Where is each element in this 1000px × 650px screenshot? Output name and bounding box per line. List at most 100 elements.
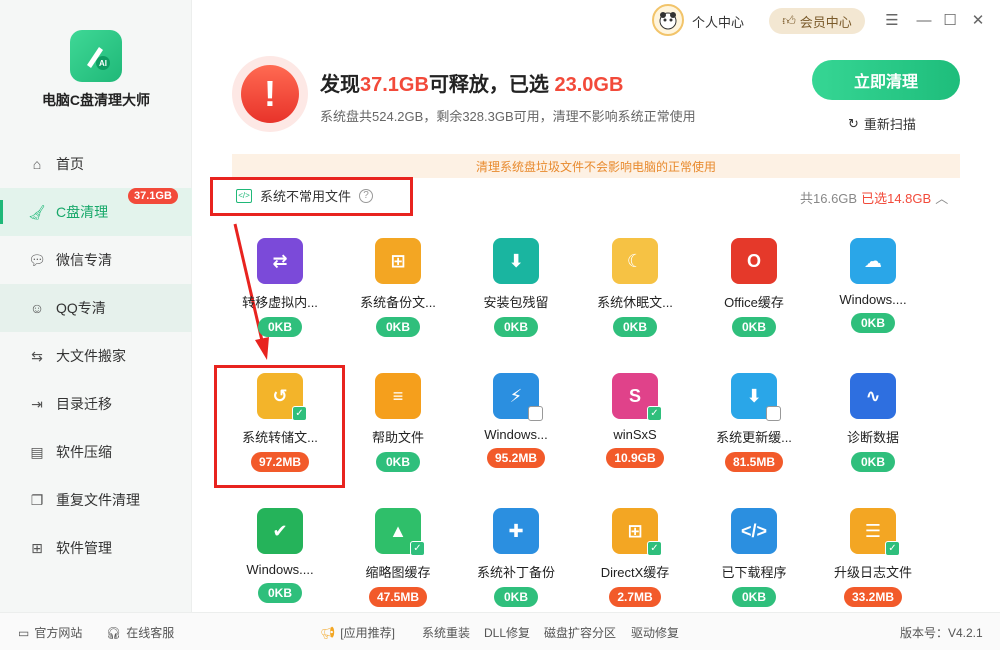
file-category-icon: ∿ <box>850 373 896 419</box>
sidebar-item-label: 软件管理 <box>56 540 112 556</box>
file-category-tile[interactable]: ⊞ 系统备份文... 0KB <box>343 238 453 348</box>
file-category-icon: ⇄ <box>257 238 303 284</box>
broom-icon: 🧹︎ <box>28 203 46 220</box>
file-size-badge: 0KB <box>376 317 420 337</box>
sidebar-item[interactable]: ☺ QQ专清 <box>0 284 192 332</box>
app-logo: AI <box>70 30 122 82</box>
file-category-label: DirectX缓存 <box>600 565 670 580</box>
sidebar-item[interactable]: ⇆ 大文件搬家 <box>0 332 192 380</box>
select-checkbox[interactable] <box>528 406 543 421</box>
select-checkbox[interactable] <box>766 406 781 421</box>
info-banner: 清理系统盘垃圾文件不会影响电脑的正常使用 <box>232 154 960 178</box>
select-checkbox[interactable]: ✓ <box>410 541 425 556</box>
file-category-label: Windows.... <box>839 292 907 307</box>
file-category-tile[interactable]: ☁ Windows.... 0KB <box>818 238 928 348</box>
close-icon[interactable]: ✕ <box>968 10 988 30</box>
file-category-tile[interactable]: </> 已下载程序 0KB <box>699 508 809 618</box>
size-badge: 37.1GB <box>128 188 178 204</box>
folder-migrate-icon: ⇥ <box>31 395 43 412</box>
chevron-up-icon[interactable]: ︿ <box>935 188 948 207</box>
online-service-link[interactable]: 🎧︎ 在线客服 <box>106 624 174 641</box>
file-category-icon: ▲ ✓ <box>375 508 425 556</box>
file-category-label: Windows... <box>484 427 548 442</box>
file-size-badge: 0KB <box>851 313 895 333</box>
file-category-tile[interactable]: ☰ ✓ 升级日志文件 33.2MB <box>818 508 928 618</box>
compress-icon: ▤ <box>30 443 44 460</box>
footer-link[interactable]: 驱动修复 <box>631 624 679 641</box>
file-category-label: 升级日志文件 <box>833 565 912 580</box>
category-highlight-box <box>210 177 413 216</box>
file-category-icon: ⊞ <box>375 238 421 284</box>
selected-size: 23.0GB <box>554 74 624 96</box>
file-category-icon: ✚ <box>493 508 539 554</box>
file-size-badge: 0KB <box>258 583 302 603</box>
menu-icon[interactable]: ☰ <box>882 10 902 30</box>
file-category-icon: S ✓ <box>612 373 662 421</box>
file-category-tile[interactable]: ✔ Windows.... 0KB <box>225 508 335 618</box>
file-category-tile[interactable]: ∿ 诊断数据 0KB <box>818 373 928 483</box>
file-size-badge: 0KB <box>494 317 538 337</box>
file-category-tile[interactable]: ▲ ✓ 缩略图缓存 47.5MB <box>343 508 453 618</box>
file-size-badge: 0KB <box>376 452 420 472</box>
minimize-icon[interactable]: — <box>914 10 934 30</box>
file-category-tile[interactable]: ☾ 系统休眠文... 0KB <box>580 238 690 348</box>
sidebar-item[interactable]: ❐ 重复文件清理 <box>0 476 192 524</box>
file-category-tile[interactable]: ⊞ ✓ DirectX缓存 2.7MB <box>580 508 690 618</box>
sidebar-item[interactable]: 🧹︎ C盘清理 37.1GB <box>0 188 192 236</box>
footer-link[interactable]: DLL修复 <box>484 624 530 641</box>
file-category-icon: O <box>731 238 777 284</box>
vip-center-button[interactable]: 👍︎ 会员中心 <box>769 8 865 34</box>
file-category-tile[interactable]: O Office缓存 0KB <box>699 238 809 348</box>
move-file-icon: ⇆ <box>31 347 43 364</box>
sidebar-item[interactable]: ⌂ 首页 <box>0 140 192 188</box>
sidebar-item[interactable]: ▤ 软件压缩 <box>0 428 192 476</box>
rescan-label: 重新扫描 <box>863 117 916 132</box>
personal-center-link[interactable]: 个人中心 <box>692 12 744 31</box>
sidebar-item[interactable]: ⇥ 目录迁移 <box>0 380 192 428</box>
thumb-up-icon: 👍︎ <box>782 13 796 28</box>
file-category-tile[interactable]: ⚡ Windows... 95.2MB <box>461 373 571 483</box>
file-size-badge: 0KB <box>851 452 895 472</box>
footer: ▭ 官方网站 🎧︎ 在线客服 📢︎ [应用推荐] 系统重装 DLL修复 磁盘扩容分区 … <box>0 612 1000 650</box>
file-category-tile[interactable]: S ✓ winSxS 10.9GB <box>580 373 690 483</box>
select-checkbox[interactable]: ✓ <box>885 541 900 556</box>
duplicate-icon: ❐ <box>30 491 44 508</box>
official-website-link[interactable]: ▭ 官方网站 <box>18 624 82 641</box>
file-category-icon: ⬇ <box>493 238 539 284</box>
file-category-tile[interactable]: ⬇ 安装包残留 0KB <box>461 238 571 348</box>
rescan-button[interactable]: ↻ 重新扫描 <box>848 114 916 133</box>
sidebar-item[interactable]: 💬︎ 微信专清 <box>0 236 192 284</box>
sidebar-nav: ⌂ 首页 🧹︎ C盘清理 37.1GB 💬︎ 微信专清 ☺ QQ专清 ⇆ 大文件搬家 ⇥ 目录迁移 ▤ 软件… <box>0 140 192 572</box>
maximize-icon[interactable]: ☐ <box>940 10 960 30</box>
footer-link[interactable]: 磁盘扩容分区 <box>544 624 616 641</box>
recommend-label: 📢︎ [应用推荐] <box>320 625 395 641</box>
file-size-badge: 0KB <box>494 587 538 607</box>
file-category-tile[interactable]: ⬇ 系统更新缓... 81.5MB <box>699 373 809 483</box>
sidebar-item[interactable]: ⊞ 软件管理 <box>0 524 192 572</box>
category-total: 共16.6GB <box>800 191 858 206</box>
file-category-tile[interactable]: ≡ 帮助文件 0KB <box>343 373 453 483</box>
scan-result-headline: 发现37.1GB可释放，已选 23.0GB <box>320 74 624 96</box>
file-category-tile[interactable]: ⇄ 转移虚拟内... 0KB <box>225 238 335 348</box>
wechat-icon: 💬︎ <box>28 251 46 268</box>
file-size-badge: 0KB <box>613 317 657 337</box>
sidebar-item-label: 微信专清 <box>56 252 112 268</box>
file-category-icon: ⊞ ✓ <box>612 508 662 556</box>
file-category-tile[interactable]: ✚ 系统补丁备份 0KB <box>461 508 571 618</box>
avatar[interactable] <box>652 4 684 36</box>
version-label: 版本号：V4.2.1 <box>900 626 983 640</box>
file-size-badge: 2.7MB <box>609 587 661 607</box>
clean-now-button[interactable]: 立即清理 <box>812 60 960 100</box>
file-category-icon: ≡ <box>375 373 421 419</box>
file-category-icon: ☁ <box>850 238 896 284</box>
select-checkbox[interactable]: ✓ <box>647 541 662 556</box>
select-checkbox[interactable]: ✓ <box>647 406 662 421</box>
file-category-icon: ☰ ✓ <box>850 508 900 556</box>
file-category-label: Windows.... <box>246 562 314 577</box>
file-size-badge: 95.2MB <box>486 448 546 468</box>
qq-icon: ☺ <box>29 300 45 316</box>
file-size-badge: 0KB <box>732 317 776 337</box>
footer-link[interactable]: 系统重装 <box>422 624 470 641</box>
home-icon: ⌂ <box>32 156 42 172</box>
file-category-label: 诊断数据 <box>846 430 899 445</box>
